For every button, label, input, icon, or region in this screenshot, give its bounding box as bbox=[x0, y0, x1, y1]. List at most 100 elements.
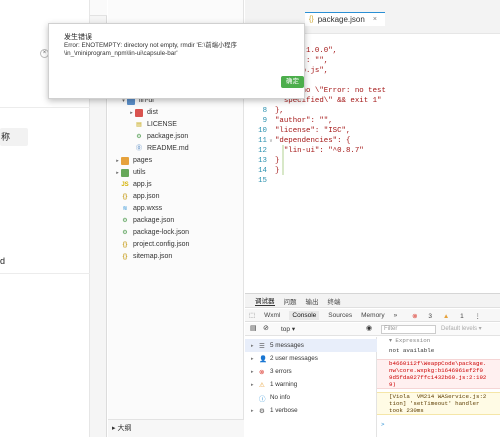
context-select[interactable]: top ▾ bbox=[281, 325, 361, 334]
line-number: 15 bbox=[258, 177, 267, 185]
console-filter-item[interactable]: ▸ 👤 2 user messages bbox=[245, 352, 377, 365]
tab-wxml[interactable]: Wxml bbox=[264, 312, 280, 319]
tree-item-label: dist bbox=[147, 109, 158, 116]
tree-item-label: utils bbox=[133, 169, 146, 176]
tree-item-label: package.json bbox=[133, 217, 175, 224]
js-icon: JS bbox=[121, 182, 129, 188]
console-entry: b4660112f\WeappCode\package. nw\core.wxp… bbox=[377, 359, 500, 389]
tab-terminal[interactable]: 终端 bbox=[328, 296, 341, 306]
devtools-panel: 调试器 问题 输出 终端 ⬚ Wxml Console Sources Memo… bbox=[245, 293, 500, 437]
chevron-icon: ▸ bbox=[251, 342, 254, 349]
tree-file[interactable]: {} project.config.json bbox=[108, 239, 190, 251]
wxss-icon: ≋ bbox=[122, 206, 128, 212]
gear-icon: ⚙ bbox=[122, 218, 128, 224]
console-entry: not available bbox=[389, 347, 435, 354]
json-icon: {} bbox=[122, 194, 128, 200]
text-fragment: d bbox=[0, 256, 6, 266]
tree-file[interactable]: ▤ LICENSE bbox=[108, 119, 177, 131]
code-line[interactable]: 14} bbox=[245, 166, 279, 176]
code-line[interactable]: 11 ∨ "dependencies": { bbox=[245, 136, 350, 146]
code-line[interactable]: 13} bbox=[245, 156, 279, 166]
tree-item-label: LICENSE bbox=[147, 121, 177, 128]
tab-output[interactable]: 输出 bbox=[306, 296, 319, 306]
kebab-menu-icon[interactable]: ⋮ bbox=[475, 313, 482, 320]
tree-item-label: package.json bbox=[147, 133, 189, 140]
chevron-right-icon: ▸ bbox=[112, 425, 116, 432]
console-entry: ▾ Expression bbox=[389, 337, 431, 344]
chevron-icon[interactable]: ▸ bbox=[114, 167, 121, 179]
outline-section[interactable]: ▸ 大纲 bbox=[108, 419, 244, 437]
tree-file[interactable]: ⚙ package.json bbox=[108, 215, 174, 227]
inspect-icon[interactable]: ⬚ bbox=[249, 311, 255, 319]
json-icon: {} bbox=[122, 254, 128, 260]
console-prompt[interactable]: > bbox=[377, 421, 500, 428]
code-line[interactable]: 8}, bbox=[245, 106, 284, 116]
tree-item-label: app.json bbox=[133, 193, 160, 200]
code-text: "lin-ui": "^0.8.7" bbox=[275, 147, 364, 155]
tree-file[interactable]: ⓪ README.md bbox=[108, 143, 189, 155]
chevron-icon[interactable]: ▸ bbox=[114, 155, 121, 167]
console-filter-label: 1 verbose bbox=[270, 407, 298, 414]
tab-problems[interactable]: 问题 bbox=[284, 296, 297, 306]
tree-file[interactable]: ⚙ package-lock.json bbox=[108, 227, 189, 239]
tree-item-label: app.js bbox=[133, 181, 152, 188]
more-tabs-icon[interactable]: » bbox=[394, 312, 398, 319]
tab-package-json[interactable]: {} package.json × bbox=[305, 12, 385, 26]
tree-file[interactable]: ≋ app.wxss bbox=[108, 203, 162, 215]
chevron-icon: ▸ bbox=[251, 407, 254, 414]
console-filter-item[interactable]: ▸ ⚙ 1 verbose bbox=[245, 404, 377, 417]
line-number: 12 bbox=[258, 147, 267, 155]
line-number: 8 bbox=[262, 107, 267, 115]
messages-icon: ☰ bbox=[259, 342, 265, 350]
line-number: 9 bbox=[262, 117, 267, 125]
info-icon: ⓘ bbox=[259, 395, 266, 403]
issue-counts[interactable]: ⊗ 3 ▲ 1 ⋮ bbox=[412, 312, 490, 320]
chevron-icon[interactable]: ▸ bbox=[128, 107, 135, 119]
tree-file[interactable]: {} sitemap.json bbox=[108, 251, 173, 263]
console-filter-item[interactable]: ⓘ No info bbox=[245, 391, 377, 404]
tree-folder[interactable]: ▸ pages bbox=[108, 155, 152, 167]
warning-count: 1 bbox=[460, 313, 464, 320]
console-filter-bar: ▤ ⊘ top ▾ ◉ Filter Default levels ▾ bbox=[245, 323, 500, 336]
outline-label: 大纲 bbox=[117, 425, 132, 432]
sidebar-toggle-icon[interactable]: ▤ bbox=[250, 324, 257, 332]
tree-file[interactable]: JS app.js bbox=[108, 179, 152, 191]
console-log[interactable]: ▾ Expression not available b4660112f\Weapp… bbox=[377, 337, 500, 437]
tab-sources[interactable]: Sources bbox=[328, 312, 352, 319]
eye-icon[interactable]: ◉ bbox=[366, 324, 372, 332]
tab-memory[interactable]: Memory bbox=[361, 312, 384, 319]
code-line[interactable]: 15 bbox=[245, 176, 275, 186]
json-icon: {} bbox=[122, 242, 128, 248]
console-filter-item[interactable]: ▸ ⊗ 3 errors bbox=[245, 365, 377, 378]
line-number: 13 bbox=[258, 157, 267, 165]
code-text: } bbox=[275, 167, 280, 175]
tab-debugger[interactable]: 调试器 bbox=[255, 295, 275, 306]
tree-item-label: project.config.json bbox=[133, 241, 190, 248]
console-filter-item[interactable]: ▸ ☰ 5 messages bbox=[245, 339, 377, 352]
code-line[interactable]: 12 "lin-ui": "^0.8.7" bbox=[245, 146, 364, 156]
tree-folder[interactable]: ▸ utils bbox=[108, 167, 145, 179]
code-text: "license": "ISC", bbox=[275, 127, 351, 135]
close-tab-icon[interactable]: × bbox=[373, 16, 377, 23]
gear-icon: ⚙ bbox=[122, 230, 128, 236]
confirm-button[interactable]: 确定 bbox=[281, 76, 304, 88]
error-dialog: 发生错误 Error: ENOTEMPTY: directory not emp… bbox=[48, 23, 305, 99]
tree-file[interactable]: ⚙ package.json bbox=[108, 131, 188, 143]
code-line[interactable]: 10 "license": "ISC", bbox=[245, 126, 350, 136]
line-number: 11 bbox=[258, 137, 267, 145]
filter-input[interactable]: Filter bbox=[381, 325, 436, 334]
tree-folder[interactable]: ▸ dist bbox=[108, 107, 158, 119]
tree-file[interactable]: {} app.json bbox=[108, 191, 160, 203]
levels-select[interactable]: Default levels ▾ bbox=[441, 325, 482, 334]
console-filter-item[interactable]: ▸ ⚠ 1 warning bbox=[245, 378, 377, 391]
clear-console-icon[interactable]: ⊘ bbox=[263, 324, 269, 332]
tab-console[interactable]: Console bbox=[289, 310, 320, 320]
fold-icon[interactable]: ∨ bbox=[267, 136, 275, 146]
console-filter-label: No info bbox=[270, 394, 290, 401]
line-number: 14 bbox=[258, 167, 267, 175]
verbose-icon: ⚙ bbox=[259, 407, 265, 415]
code-line[interactable]: 9 "author": "", bbox=[245, 116, 333, 126]
gear-icon: ⚙ bbox=[136, 134, 142, 140]
folder-green-icon bbox=[121, 169, 129, 177]
chevron-icon: ▸ bbox=[251, 355, 254, 362]
